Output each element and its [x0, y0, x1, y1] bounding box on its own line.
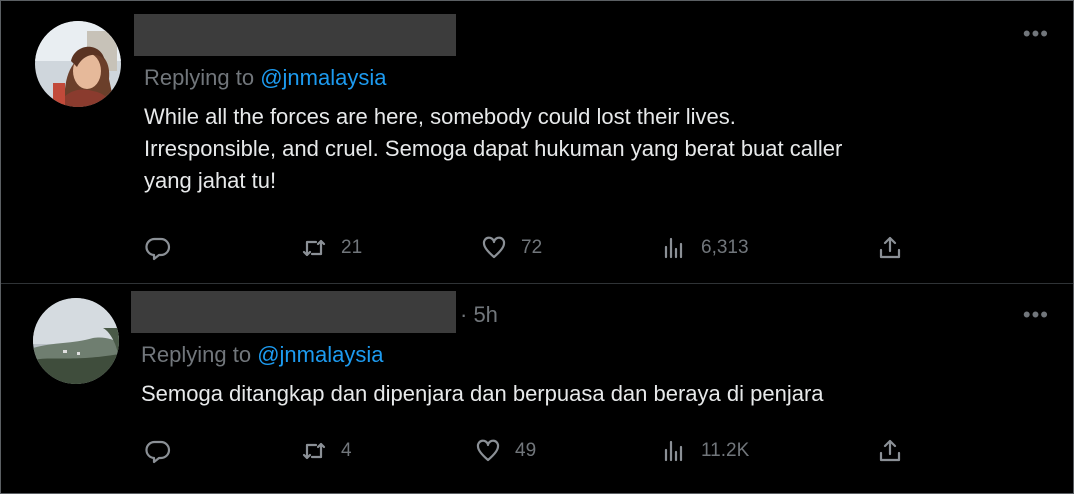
retweet-button[interactable]: 21 [301, 231, 362, 265]
reply-button[interactable] [145, 434, 185, 468]
like-icon [476, 439, 500, 462]
retweet-count: 4 [341, 440, 352, 461]
avatar[interactable] [33, 298, 119, 384]
replying-to-handle[interactable]: @jnmalaysia [257, 342, 383, 367]
replying-to: Replying to @jnmalaysia [141, 342, 383, 368]
retweet-icon [302, 239, 326, 257]
redacted-display-name [131, 291, 456, 333]
action-bar: 4 49 11.2K [141, 434, 921, 468]
tweet-text: While all the forces are here, somebody … [144, 104, 843, 193]
retweet-count: 21 [341, 237, 363, 258]
share-button[interactable] [877, 434, 903, 468]
retweet-icon [302, 442, 326, 460]
share-button[interactable] [877, 231, 903, 265]
retweet-button[interactable]: 4 [301, 434, 352, 468]
views-count: 6,313 [701, 237, 749, 258]
views-icon [664, 440, 683, 462]
replying-to-label: Replying to [141, 342, 258, 367]
more-icon[interactable]: ••• [1023, 21, 1049, 47]
share-icon [879, 236, 901, 259]
reply-icon [145, 237, 171, 261]
share-icon [879, 439, 901, 462]
tweet-1[interactable]: ••• Replying to @jnmalaysia While all th… [1, 1, 1073, 283]
like-count: 49 [515, 440, 537, 461]
views-button[interactable]: 11.2K [661, 434, 749, 468]
redacted-display-name [134, 14, 456, 56]
replying-to-label: Replying to [144, 65, 261, 90]
replying-to-handle[interactable]: @jnmalaysia [260, 65, 386, 90]
tweet-thread: ••• Replying to @jnmalaysia While all th… [0, 0, 1074, 494]
like-icon [482, 236, 506, 259]
reply-icon [145, 440, 171, 464]
tweet-timestamp[interactable]: · 5h [460, 302, 498, 328]
tweet-2[interactable]: · 5h ••• Replying to @jnmalaysia Semoga … [1, 284, 1073, 493]
tweet-text: Semoga ditangkap dan dipenjara dan berpu… [141, 381, 824, 406]
like-count: 72 [521, 237, 543, 258]
like-button[interactable]: 72 [481, 231, 542, 265]
like-button[interactable]: 49 [475, 434, 536, 468]
replying-to: Replying to @jnmalaysia [144, 65, 386, 91]
views-icon [664, 237, 683, 259]
action-bar: 21 72 6,313 [141, 231, 921, 265]
avatar[interactable] [35, 21, 121, 107]
reply-button[interactable] [145, 231, 185, 265]
more-icon[interactable]: ••• [1023, 302, 1049, 328]
views-count: 11.2K [701, 440, 750, 461]
views-button[interactable]: 6,313 [661, 231, 749, 265]
